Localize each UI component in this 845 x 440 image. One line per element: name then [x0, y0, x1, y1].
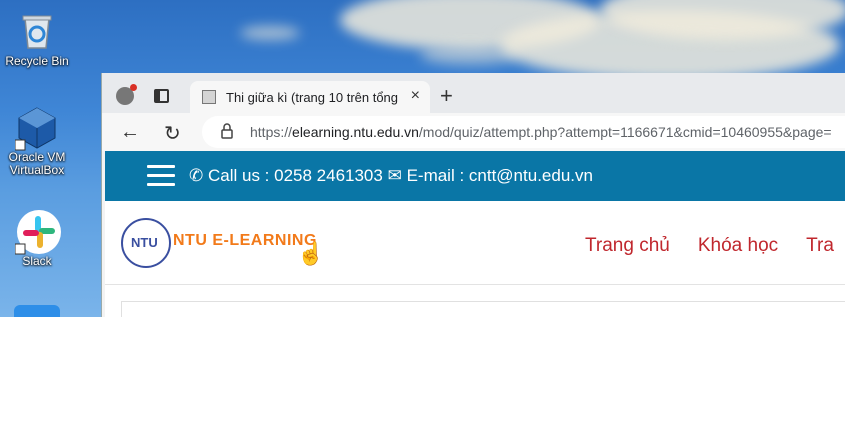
- virtualbox-icon: [14, 104, 59, 151]
- contact-info: ✆ Call us : 0258 2461303 ✉ E-mail : cntt…: [189, 166, 593, 186]
- desktop-icon-virtualbox[interactable]: Oracle VM VirtualBox: [0, 104, 74, 177]
- recycle-bin-icon: [15, 8, 59, 52]
- reload-button[interactable]: ↻: [164, 121, 181, 146]
- slack-icon: [14, 208, 61, 255]
- url-text: https://elearning.ntu.edu.vn/mod/quiz/at…: [250, 124, 832, 140]
- new-tab-button[interactable]: +: [440, 83, 453, 109]
- site-header: NTU NTU E-LEARNING ☝ Trang chủ Khóa học Tr…: [105, 201, 845, 285]
- hand-pointer-icon: ☝: [297, 241, 325, 266]
- url-scheme: https://: [250, 124, 293, 140]
- tab-active[interactable]: Thi giữa kì (trang 10 trên tổng số ×: [190, 81, 430, 113]
- desktop-icon-label: Slack: [22, 254, 52, 268]
- nav-item-partial[interactable]: Tra: [806, 235, 834, 256]
- desktop-icon-slack[interactable]: Slack: [0, 208, 74, 268]
- desktop-icon-recycle-bin[interactable]: Recycle Bin: [0, 8, 74, 68]
- url-path: /mod/quiz/attempt.php?attempt=1166671&cm…: [418, 124, 832, 140]
- lock-icon: [220, 123, 234, 142]
- ntu-logo[interactable]: NTU: [121, 218, 171, 268]
- main-nav: Trang chủ Khóa học Tra: [585, 235, 845, 257]
- url-host: elearning.ntu.edu.vn: [292, 124, 419, 140]
- menu-icon[interactable]: [147, 165, 175, 187]
- nav-item-home[interactable]: Trang chủ: [585, 235, 670, 256]
- nav-item-courses[interactable]: Khóa học: [698, 235, 778, 256]
- back-button[interactable]: ←: [120, 121, 140, 144]
- site-topbar: ✆ Call us : 0258 2461303 ✉ E-mail : cntt…: [105, 151, 845, 201]
- phone-icon: ✆: [189, 166, 204, 185]
- desktop-background: Recycle Bin Oracle VM VirtualBox Slack T…: [0, 0, 845, 317]
- browser-window: Thi giữa kì (trang 10 trên tổng số × + ←…: [101, 73, 845, 317]
- desktop-icon-label: Recycle Bin: [5, 54, 69, 68]
- logo-text: NTU: [131, 235, 158, 250]
- brand-name[interactable]: NTU E-LEARNING: [173, 232, 317, 250]
- web-page: ✆ Call us : 0258 2461303 ✉ E-mail : cntt…: [105, 151, 845, 317]
- partial-desktop-icon[interactable]: [14, 305, 60, 317]
- tab-strip: Thi giữa kì (trang 10 trên tổng số × +: [102, 73, 845, 113]
- close-tab-icon[interactable]: ×: [411, 87, 420, 105]
- address-bar[interactable]: https://elearning.ntu.edu.vn/mod/quiz/at…: [202, 116, 845, 148]
- phone-text: Call us : 0258 2461303: [207, 166, 383, 185]
- page-favicon: [202, 90, 216, 104]
- content-panel: [121, 301, 845, 317]
- email-text: E-mail : cntt@ntu.edu.vn: [406, 166, 593, 185]
- desktop-icon-label: Oracle VM VirtualBox: [8, 150, 66, 177]
- profile-icon[interactable]: [116, 84, 137, 105]
- blank-area: [0, 317, 845, 440]
- mail-icon: ✉: [387, 166, 402, 185]
- tab-title: Thi giữa kì (trang 10 trên tổng số: [226, 90, 402, 105]
- browser-toolbar: ← ↻ https://elearning.ntu.edu.vn/mod/qui…: [102, 113, 845, 151]
- tab-actions-icon[interactable]: [154, 89, 169, 103]
